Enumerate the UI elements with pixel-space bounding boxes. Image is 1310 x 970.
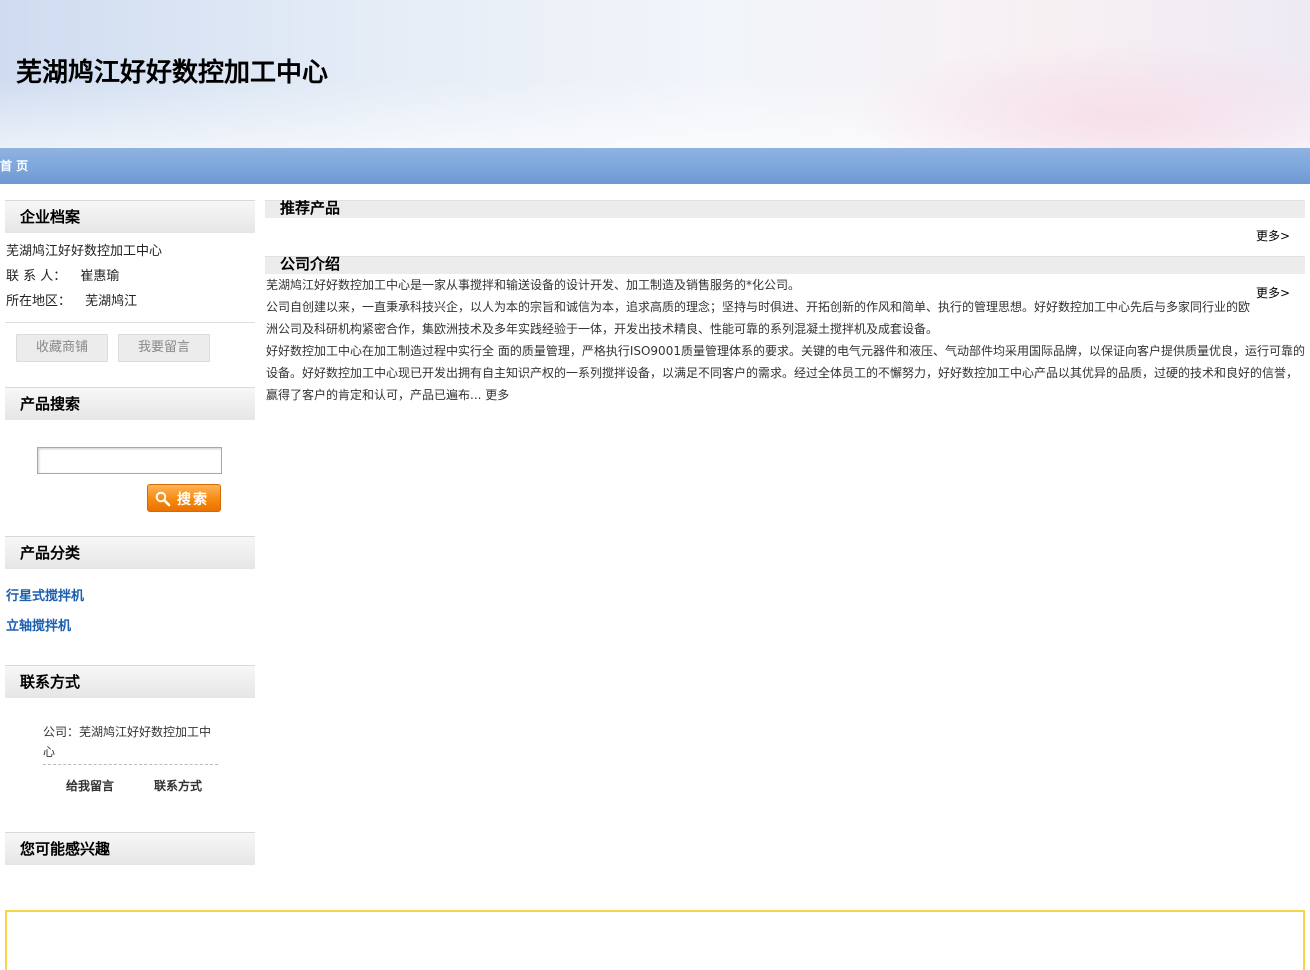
intro-head: 公司介绍	[265, 255, 1305, 274]
nav-bar: 首 页	[0, 148, 1310, 184]
contact-info-link[interactable]: 联系方式	[154, 777, 202, 794]
profile-panel-head: 企业档案	[5, 200, 255, 233]
profile-contact-row: 联 系 人： 崔惠瑜	[6, 265, 119, 284]
leave-message-button[interactable]: 我要留言	[118, 334, 210, 362]
header-banner: 芜湖鸠江好好数控加工中心	[0, 0, 1310, 148]
favorite-shop-button[interactable]: 收藏商铺	[16, 334, 108, 362]
profile-divider	[5, 322, 255, 323]
search-button[interactable]: 搜索	[147, 484, 221, 512]
search-title: 产品搜索	[20, 395, 81, 413]
contact-panel-head: 联系方式	[5, 665, 255, 698]
footer-box	[5, 910, 1305, 970]
profile-region-row: 所在地区： 芜湖鸠江	[6, 290, 137, 309]
contact-label: 联 系 人：	[6, 269, 67, 284]
recommended-title: 推荐产品	[280, 199, 341, 217]
recommended-head: 推荐产品	[265, 199, 1305, 218]
company-intro: 芜湖鸠江好好数控加工中心是一家从事搅拌和输送设备的设计开发、加工制造及销售服务的…	[266, 274, 1306, 406]
profile-company: 芜湖鸠江好好数控加工中心	[6, 244, 163, 259]
category-link-planetary-mixer[interactable]: 行星式搅拌机	[6, 585, 84, 604]
interest-title: 您可能感兴趣	[20, 840, 111, 858]
category-link-vertical-shaft-mixer[interactable]: 立轴搅拌机	[6, 615, 71, 634]
recommended-more-link[interactable]: 更多>	[1256, 227, 1290, 244]
banner-glow	[850, 40, 1310, 148]
search-panel-head: 产品搜索	[5, 387, 255, 420]
contact-value: 崔惠瑜	[80, 269, 120, 284]
contact-company: 公司：芜湖鸠江好好数控加工中心	[43, 725, 212, 759]
intro-inline-more-link[interactable]: 更多	[485, 388, 509, 402]
search-input[interactable]	[37, 447, 222, 474]
leave-message-link[interactable]: 给我留言	[66, 777, 114, 794]
contact-divider	[43, 764, 218, 765]
region-label: 所在地区：	[6, 294, 72, 309]
intro-paragraph: 公司自创建以来，一直秉承科技兴企，以人为本的宗旨和诚信为本，追求高质的理念；坚持…	[266, 300, 1251, 336]
category-title: 产品分类	[20, 544, 81, 562]
search-button-label: 搜索	[177, 492, 209, 508]
intro-paragraph: 芜湖鸠江好好数控加工中心是一家从事搅拌和输送设备的设计开发、加工制造及销售服务的…	[266, 278, 801, 292]
interest-panel-head: 您可能感兴趣	[5, 832, 255, 865]
intro-paragraph: 好好数控加工中心在加工制造过程中实行全 面的质量管理，严格执行ISO9001质量…	[266, 340, 1306, 406]
nav-item-home[interactable]: 首 页	[0, 157, 28, 174]
category-panel-head: 产品分类	[5, 536, 255, 569]
intro-paragraph-text: 好好数控加工中心在加工制造过程中实行全 面的质量管理，严格执行ISO9001质量…	[266, 344, 1305, 402]
intro-title: 公司介绍	[280, 255, 341, 273]
search-icon	[155, 491, 171, 507]
region-value: 芜湖鸠江	[85, 294, 138, 309]
site-title: 芜湖鸠江好好数控加工中心	[16, 58, 329, 88]
contact-title: 联系方式	[20, 673, 81, 691]
profile-title: 企业档案	[20, 208, 81, 226]
